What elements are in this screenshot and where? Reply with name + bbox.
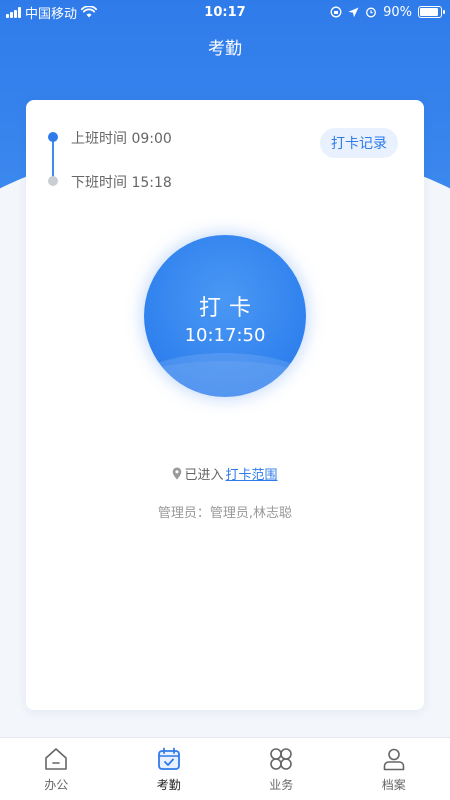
home-icon xyxy=(45,748,68,770)
shift-end-time: 下班时间 15:18 xyxy=(71,175,172,191)
punch-range-link[interactable]: 打卡范围 xyxy=(226,464,278,483)
tab-bar: 办公 考勤 业务 档案 xyxy=(0,737,450,800)
punch-label: 打卡 xyxy=(198,296,259,321)
status-right: 90% xyxy=(330,4,445,20)
location-pin-icon xyxy=(173,467,182,480)
location-arrow-icon xyxy=(348,7,359,17)
battery-percent: 90% xyxy=(383,4,412,20)
shift-timeline xyxy=(52,138,54,180)
punch-wave-front xyxy=(144,353,306,397)
status-bar: 中国移动 10:17 90% xyxy=(0,0,450,24)
tab-business-label: 业务 xyxy=(269,778,294,792)
tab-office-label: 办公 xyxy=(44,778,69,792)
user-icon xyxy=(383,748,405,771)
tab-archive-label: 档案 xyxy=(381,778,406,792)
alarm-icon xyxy=(366,7,377,18)
attendance-card: 上班时间 09:00 下班时间 15:18 打卡记录 打卡 10:17:50 已… xyxy=(26,100,424,710)
tab-attendance[interactable]: 考勤 xyxy=(113,738,226,800)
tab-archive[interactable]: 档案 xyxy=(338,738,450,800)
shift-dot-active xyxy=(48,132,58,142)
admin-info: 管理员：管理员,林志聪 xyxy=(157,506,293,521)
tab-attendance-label: 考勤 xyxy=(156,778,181,792)
calendar-check-icon xyxy=(157,747,180,770)
location-status: 已进入 打卡范围 xyxy=(26,464,424,483)
rotation-lock-icon xyxy=(330,6,342,18)
punch-button[interactable]: 打卡 10:17:50 xyxy=(144,235,306,397)
shift-dot-inactive xyxy=(48,176,58,186)
punch-time: 10:17:50 xyxy=(184,325,266,346)
battery-fill xyxy=(420,8,438,16)
tab-office[interactable]: 办公 xyxy=(0,738,113,800)
battery-icon xyxy=(418,6,445,18)
page-title: 考勤 xyxy=(208,39,242,59)
shift-start-time: 上班时间 09:00 xyxy=(71,131,172,147)
punch-record-button[interactable]: 打卡记录 xyxy=(320,128,398,158)
tab-business[interactable]: 业务 xyxy=(225,738,338,800)
location-prefix: 已进入 xyxy=(184,468,224,483)
grid-icon xyxy=(270,748,293,770)
